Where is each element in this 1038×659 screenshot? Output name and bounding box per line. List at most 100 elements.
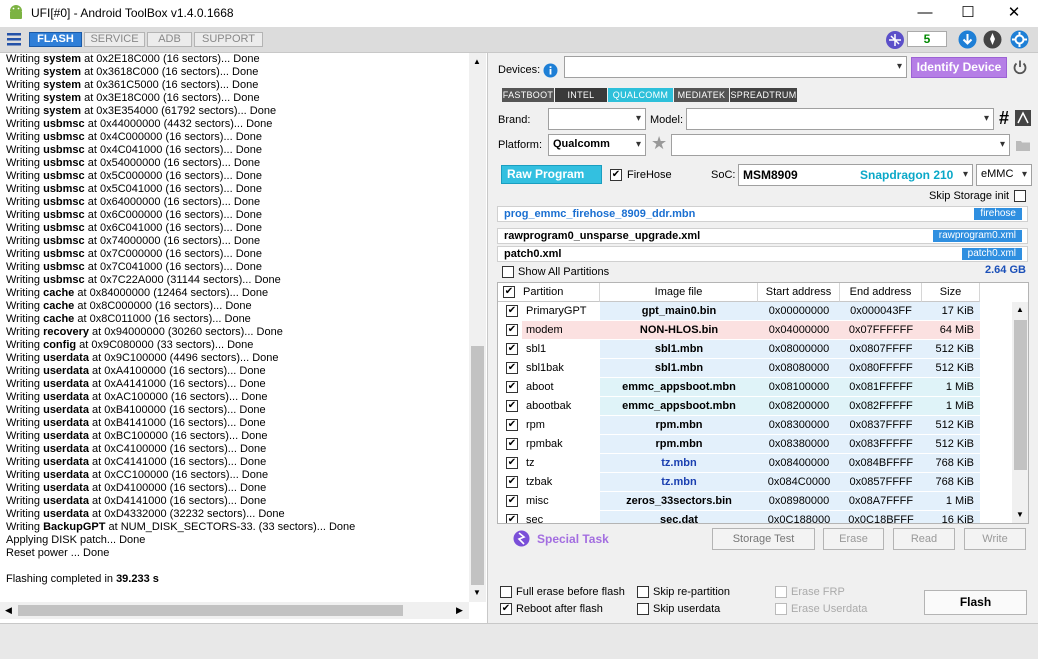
table-scroll-thumb[interactable] <box>1014 320 1027 470</box>
header-size[interactable]: Size <box>922 283 980 302</box>
download-icon[interactable] <box>958 30 977 49</box>
flash-button[interactable]: Flash <box>924 590 1027 615</box>
table-row[interactable]: ✔ abootbak emmc_appsboot.mbn 0x08200000 0x08… <box>498 397 1012 416</box>
identify-device-button[interactable]: Identify Device <box>911 57 1007 78</box>
table-row[interactable]: ✔ sbl1bak sbl1.mbn 0x08080000 0x080FFFFF 512 … <box>498 359 1012 378</box>
pdf-icon[interactable] <box>1015 110 1031 126</box>
show-all-partitions-checkbox[interactable] <box>502 266 514 278</box>
row-checkbox[interactable]: ✔ <box>506 305 518 317</box>
row-checkbox[interactable]: ✔ <box>506 495 518 507</box>
firehose-checkbox[interactable]: ✔ <box>610 169 622 181</box>
image-file[interactable]: rpm.mbn <box>600 416 758 435</box>
storage-select[interactable]: eMMC ▾ <box>976 164 1032 186</box>
info-icon[interactable] <box>543 63 558 78</box>
scroll-right-icon[interactable]: ▶ <box>456 605 463 616</box>
log-hscroll-thumb[interactable] <box>18 605 403 616</box>
table-row[interactable]: ✔ modem NON-HLOS.bin 0x04000000 0x07FFFFFF 64… <box>498 321 1012 340</box>
image-file[interactable]: tz.mbn <box>600 473 758 492</box>
maximize-button[interactable]: ☐ <box>958 4 978 22</box>
tab-service[interactable]: SERVICE <box>84 32 145 47</box>
tab-flash[interactable]: FLASH <box>29 32 82 47</box>
read-button[interactable]: Read <box>893 528 955 550</box>
table-row[interactable]: ✔ misc zeros_33sectors.bin 0x08980000 0x08A7… <box>498 492 1012 511</box>
log-horizontal-scrollbar[interactable]: ◀ ▶ <box>0 602 469 619</box>
table-row[interactable]: ✔ tzbak tz.mbn 0x084C0000 0x0857FFFF 768 KiB <box>498 473 1012 492</box>
table-row[interactable]: ✔ sec sec.dat 0x0C188000 0x0C18BFFF 16 KiB <box>498 511 1012 523</box>
select-all-checkbox[interactable]: ✔ <box>503 286 515 298</box>
special-task-button[interactable]: Special Task <box>537 532 609 546</box>
reboot-after-flash-checkbox[interactable]: ✔ <box>500 603 512 615</box>
scroll-down-icon[interactable]: ▼ <box>473 588 481 597</box>
table-row[interactable]: ✔ PrimaryGPT gpt_main0.bin 0x00000000 0x0000… <box>498 302 1012 321</box>
log-scroll-thumb[interactable] <box>471 346 484 585</box>
row-checkbox[interactable]: ✔ <box>506 514 518 523</box>
header-end-address[interactable]: End address <box>840 283 922 302</box>
close-button[interactable]: ✕ <box>1004 4 1024 22</box>
tab-support[interactable]: SUPPORT <box>194 32 263 47</box>
row-checkbox[interactable]: ✔ <box>506 438 518 450</box>
header-start-address[interactable]: Start address <box>758 283 840 302</box>
image-file[interactable]: gpt_main0.bin <box>600 302 758 321</box>
row-checkbox[interactable]: ✔ <box>506 457 518 469</box>
row-checkbox[interactable]: ✔ <box>506 381 518 393</box>
model-select[interactable]: ▾ <box>686 108 994 130</box>
devices-select[interactable]: ▾ <box>564 56 907 78</box>
model-search-input[interactable]: ▾ <box>671 134 1010 156</box>
table-row[interactable]: ✔ aboot emmc_appsboot.mbn 0x08100000 0x081FF… <box>498 378 1012 397</box>
scroll-down-icon[interactable]: ▼ <box>1016 510 1024 519</box>
write-button[interactable]: Write <box>964 528 1026 550</box>
erase-userdata-checkbox[interactable] <box>775 603 787 615</box>
image-file[interactable]: emmc_appsboot.mbn <box>600 397 758 416</box>
image-file[interactable]: sbl1.mbn <box>600 359 758 378</box>
table-row[interactable]: ✔ rpmbak rpm.mbn 0x08380000 0x083FFFFF 512 Ki… <box>498 435 1012 454</box>
erase-frp-checkbox[interactable] <box>775 586 787 598</box>
skip-storage-checkbox[interactable] <box>1014 190 1026 202</box>
row-checkbox[interactable]: ✔ <box>506 343 518 355</box>
row-checkbox[interactable]: ✔ <box>506 476 518 488</box>
image-file[interactable]: zeros_33sectors.bin <box>600 492 758 511</box>
row-checkbox[interactable]: ✔ <box>506 419 518 431</box>
file-row-rawprogram[interactable]: rawprogram0_unsparse_upgrade.xml rawprog… <box>497 228 1028 244</box>
soc-select[interactable]: MSM8909 Snapdragon 210 ▾ <box>738 164 973 186</box>
image-file[interactable]: emmc_appsboot.mbn <box>600 378 758 397</box>
file-row-firehose[interactable]: prog_emmc_firehose_8909_ddr.mbn firehose <box>497 206 1028 222</box>
table-row[interactable]: ✔ rpm rpm.mbn 0x08300000 0x0837FFFF 512 KiB <box>498 416 1012 435</box>
image-file[interactable]: tz.mbn <box>600 454 758 473</box>
header-image-file[interactable]: Image file <box>600 283 758 302</box>
storage-test-button[interactable]: Storage Test <box>712 528 815 550</box>
row-checkbox[interactable]: ✔ <box>506 362 518 374</box>
platform-chip-fastboot[interactable]: FASTBOOT <box>502 88 554 102</box>
scroll-up-icon[interactable]: ▲ <box>473 57 481 66</box>
raw-program-button[interactable]: Raw Program <box>501 165 602 184</box>
table-scrollbar[interactable]: ▲ ▼ <box>1012 302 1028 523</box>
table-row[interactable]: ✔ sbl1 sbl1.mbn 0x08000000 0x0807FFFF 512 KiB <box>498 340 1012 359</box>
log-vertical-scrollbar[interactable]: ▲ ▼ <box>469 53 486 602</box>
image-file[interactable]: sbl1.mbn <box>600 340 758 359</box>
image-file[interactable]: sec.dat <box>600 511 758 523</box>
skip-repartition-checkbox[interactable] <box>637 586 649 598</box>
rocket-icon[interactable] <box>983 30 1002 49</box>
folder-icon[interactable] <box>1016 139 1030 151</box>
full-erase-checkbox[interactable] <box>500 586 512 598</box>
brand-select[interactable]: ▾ <box>548 108 646 130</box>
image-file[interactable]: NON-HLOS.bin <box>600 321 758 340</box>
skip-userdata-checkbox[interactable] <box>637 603 649 615</box>
tab-adb[interactable]: ADB <box>147 32 192 47</box>
file-row-patch[interactable]: patch0.xml patch0.xml <box>497 246 1028 262</box>
row-checkbox[interactable]: ✔ <box>506 324 518 336</box>
star-icon[interactable]: ★ <box>651 133 667 154</box>
platform-select[interactable]: Qualcomm ▾ <box>548 134 646 156</box>
scroll-left-icon[interactable]: ◀ <box>5 605 12 616</box>
platform-chip-intel[interactable]: INTEL <box>555 88 607 102</box>
network-icon[interactable] <box>885 30 905 50</box>
power-icon[interactable] <box>1012 59 1028 75</box>
platform-chip-spreadtrum[interactable]: SPREADTRUM <box>730 88 797 102</box>
table-row[interactable]: ✔ tz tz.mbn 0x08400000 0x084BFFFF 768 KiB <box>498 454 1012 473</box>
menu-icon[interactable] <box>6 32 22 46</box>
image-file[interactable]: rpm.mbn <box>600 435 758 454</box>
row-checkbox[interactable]: ✔ <box>506 400 518 412</box>
scroll-up-icon[interactable]: ▲ <box>1016 305 1024 314</box>
minimize-button[interactable]: — <box>915 4 935 22</box>
platform-chip-mediatek[interactable]: MEDIATEK <box>674 88 729 102</box>
gear-icon[interactable] <box>1009 29 1030 50</box>
